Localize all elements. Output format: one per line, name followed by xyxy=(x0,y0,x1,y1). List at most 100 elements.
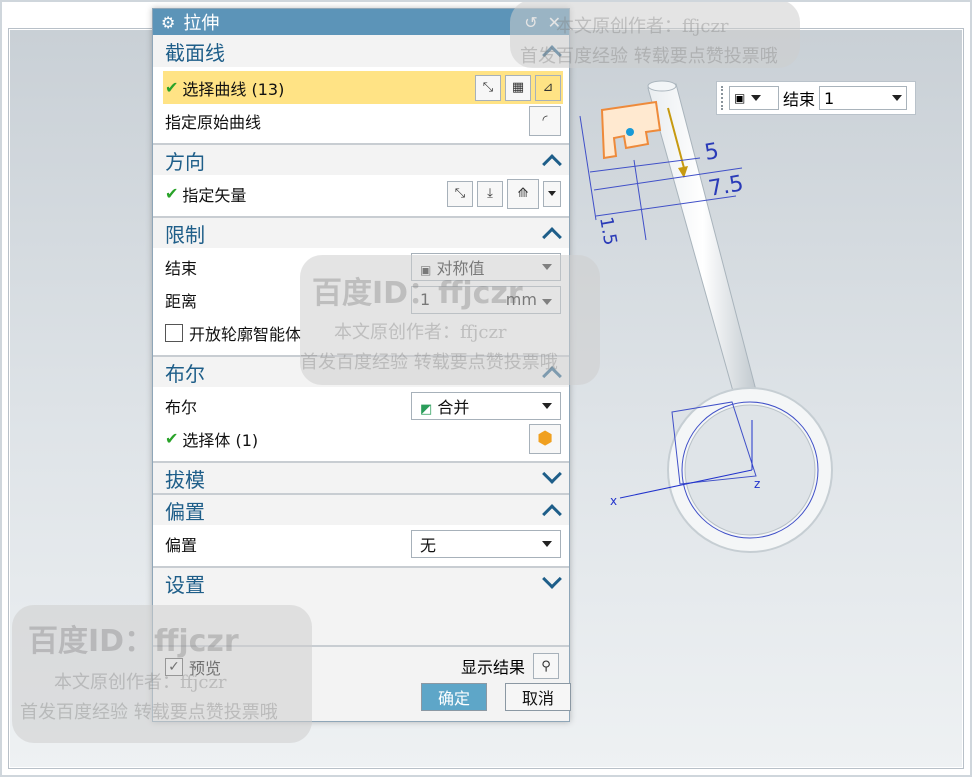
toolbar-grip[interactable] xyxy=(721,86,725,110)
section-header-settings[interactable]: 设置 xyxy=(153,566,569,598)
chevron-down-icon xyxy=(542,540,552,547)
distance-input[interactable]: 1 mm xyxy=(411,285,561,314)
vector-menu-chevron-icon[interactable] xyxy=(543,180,561,207)
boolean-title: 布尔 xyxy=(165,361,205,386)
section-body-direction: ✔ 指定矢量 ⤡ ⤓ ⟰ xyxy=(153,175,569,216)
select-curve-row[interactable]: ✔ 选择曲线 (13) ⤡ ▦ ⊿ xyxy=(163,71,563,104)
offset-title: 偏置 xyxy=(165,499,205,524)
end-value-toolbar: ▣ 结束 1 xyxy=(716,81,916,115)
end-label: 结束 xyxy=(165,258,198,278)
x-axis-label: x xyxy=(610,494,617,508)
section-header-limits[interactable]: 限制 xyxy=(153,216,569,248)
curve-rule-icon[interactable]: ⤡ xyxy=(475,74,501,101)
draft-title: 拔模 xyxy=(165,467,205,492)
ok-button[interactable]: 确定 xyxy=(421,683,487,711)
chevron-down-icon xyxy=(542,299,552,305)
section-header-boolean[interactable]: 布尔 xyxy=(153,355,569,387)
section-title: 截面线 xyxy=(165,40,225,65)
end-label: 结束 xyxy=(783,90,816,109)
cube-small-icon: ▣ xyxy=(420,262,432,277)
vector-dialog-icon[interactable]: ⤓ xyxy=(477,180,503,207)
open-profile-row[interactable]: 开放轮廓智能体 xyxy=(165,316,561,349)
vector-type-icon[interactable]: ⟰ xyxy=(507,178,539,209)
chevron-up-icon[interactable] xyxy=(542,366,562,386)
sketch-section-icon[interactable]: ▦ xyxy=(505,74,531,101)
preview-row[interactable]: ✓ 预览 xyxy=(165,655,221,679)
direction-title: 方向 xyxy=(165,149,205,174)
chevron-down-icon[interactable] xyxy=(542,464,562,484)
reverse-direction-icon[interactable]: ⤡ xyxy=(447,180,473,207)
distance-value: 1 xyxy=(420,290,431,309)
chevron-up-icon[interactable] xyxy=(542,504,562,524)
extrude-dialog: ⚙ 拉伸 ↺ ✕ 截面线 ✔ 选择曲线 (13) ⤡ ▦ ⊿ 指定原始曲线 ◜ … xyxy=(152,8,571,722)
section-header-direction[interactable]: 方向 xyxy=(153,143,569,175)
select-body-row[interactable]: ✔ 选择体 (1) ⬢ xyxy=(165,422,561,455)
dim-value-7-5: 7.5 xyxy=(707,171,746,202)
dim-ext-2 xyxy=(633,159,647,241)
boolean-row: 布尔 ◩ 合并 xyxy=(165,389,561,422)
cancel-button[interactable]: 取消 xyxy=(505,683,571,711)
specify-origin-label: 指定原始曲线 xyxy=(165,112,262,132)
chevron-down-icon xyxy=(542,402,552,409)
section-header-offset[interactable]: 偏置 xyxy=(153,493,569,525)
section-header-section[interactable]: 截面线 xyxy=(153,35,569,67)
specify-vector-label: 指定矢量 xyxy=(182,185,247,205)
dim-ext-1 xyxy=(579,115,597,221)
solid-body-icon[interactable]: ⬢ xyxy=(529,423,561,454)
section-body-boolean: 布尔 ◩ 合并 ✔ 选择体 (1) ⬢ xyxy=(153,387,569,461)
end-row: 结束 ▣ 对称值 xyxy=(165,250,561,283)
chevron-down-icon[interactable] xyxy=(542,569,562,589)
section-header-draft[interactable]: 拔模 xyxy=(153,461,569,493)
section-body-limits: 结束 ▣ 对称值 距离 1 mm 开放轮廓智能体 xyxy=(153,248,569,355)
dim-value-1-5: 1.5 xyxy=(595,215,621,247)
check-icon: ✔ xyxy=(165,429,179,448)
open-profile-label: 开放轮廓智能体 xyxy=(189,324,302,344)
chevron-down-icon xyxy=(542,263,552,270)
unite-icon: ◩ xyxy=(420,401,433,417)
end-type-select[interactable]: ▣ xyxy=(729,86,779,110)
specify-origin-row: 指定原始曲线 ◜ xyxy=(165,104,561,137)
end-type-dropdown[interactable]: ▣ 对称值 xyxy=(411,252,561,281)
dialog-titlebar[interactable]: ⚙ 拉伸 ↺ ✕ xyxy=(153,9,569,35)
select-curve-label: 选择曲线 (13) xyxy=(182,79,285,99)
offset-label: 偏置 xyxy=(165,535,198,555)
end-type-value: 对称值 xyxy=(436,258,485,278)
chevron-up-icon[interactable] xyxy=(542,154,562,174)
ok-button-label: 确定 xyxy=(437,689,470,708)
check-icon: ✔ xyxy=(165,184,179,203)
gear-icon[interactable]: ⚙ xyxy=(161,13,175,32)
boolean-value: 合并 xyxy=(437,397,470,417)
show-result-row: 显示结果 ⚲ xyxy=(461,653,559,679)
dialog-title: 拉伸 xyxy=(183,13,220,34)
limits-title: 限制 xyxy=(165,222,205,247)
end-value: 1 xyxy=(824,88,835,108)
boolean-label: 布尔 xyxy=(165,397,198,417)
show-result-label: 显示结果 xyxy=(460,658,525,677)
search-icon[interactable]: ⚲ xyxy=(533,653,559,679)
settings-title: 设置 xyxy=(165,572,205,597)
preview-checkbox[interactable]: ✓ xyxy=(165,658,183,676)
boolean-dropdown[interactable]: ◩ 合并 xyxy=(411,391,561,420)
curve-select-icon[interactable]: ⊿ xyxy=(535,74,561,101)
cancel-button-label: 取消 xyxy=(521,689,554,708)
chevron-up-icon[interactable] xyxy=(542,227,562,247)
rod-body xyxy=(647,83,759,403)
section-body-section: ✔ 选择曲线 (13) ⤡ ▦ ⊿ 指定原始曲线 ◜ xyxy=(153,67,569,143)
model-scene: x z 5 7.5 1.5 xyxy=(579,80,833,553)
origin-curve-icon[interactable]: ◜ xyxy=(529,105,561,136)
chevron-down-icon xyxy=(751,95,762,101)
chevron-up-icon[interactable] xyxy=(542,45,562,65)
section-body-offset: 偏置 无 xyxy=(153,525,569,566)
sketch-point xyxy=(626,128,634,136)
distance-row: 距离 1 mm xyxy=(165,283,561,316)
close-icon[interactable]: ✕ xyxy=(548,13,561,32)
end-value-select[interactable]: 1 xyxy=(819,86,908,110)
reset-icon[interactable]: ↺ xyxy=(524,13,537,32)
cube-small-icon: ▣ xyxy=(734,91,746,105)
offset-value: 无 xyxy=(420,535,437,555)
open-profile-checkbox[interactable] xyxy=(165,323,183,342)
chevron-down-icon xyxy=(892,95,903,101)
distance-label: 距离 xyxy=(165,291,198,311)
offset-row: 偏置 无 xyxy=(165,527,561,560)
offset-dropdown[interactable]: 无 xyxy=(411,529,561,558)
